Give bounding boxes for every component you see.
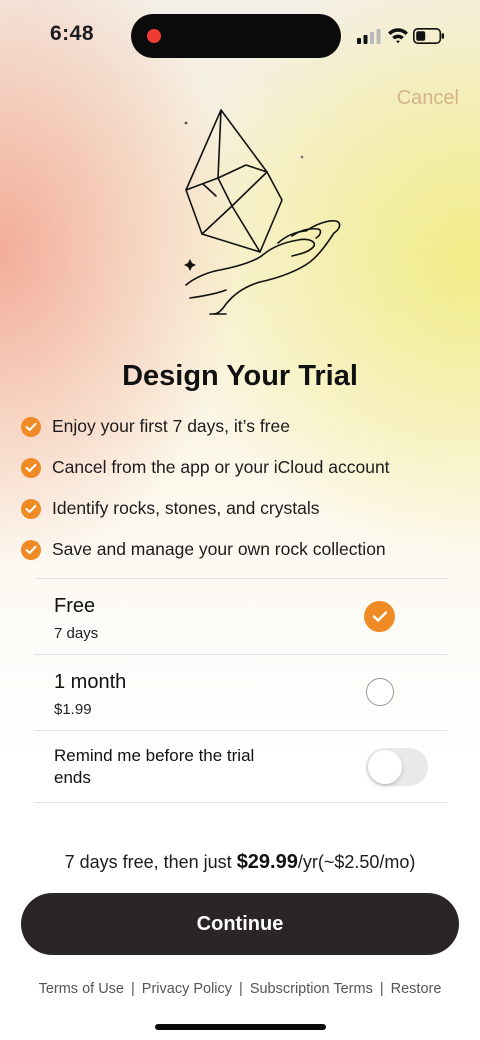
- list-item: Enjoy your first 7 days, it’s free: [21, 406, 461, 447]
- checkmark-icon: [21, 416, 41, 437]
- status-bar: 6:48: [0, 0, 480, 72]
- feature-text: Enjoy your first 7 days, it’s free: [52, 416, 290, 436]
- plan-subtitle: $1.99: [54, 701, 92, 718]
- reminder-toggle[interactable]: [366, 748, 428, 786]
- footer-separator: |: [239, 981, 243, 997]
- checkmark-icon: [21, 457, 41, 478]
- radio-unselected-icon[interactable]: [366, 678, 394, 706]
- list-item: Identify rocks, stones, and crystals: [21, 488, 461, 529]
- crystal-in-hand-illustration: [184, 109, 341, 315]
- feature-list: Enjoy your first 7 days, it’s free Cance…: [21, 406, 461, 570]
- reminder-row: Remind me before the trial ends: [34, 731, 447, 803]
- privacy-policy-link[interactable]: Privacy Policy: [142, 981, 232, 997]
- cellular-signal-icon: [357, 29, 381, 44]
- feature-text: Save and manage your own rock collection: [52, 539, 386, 559]
- plan-option-1-month[interactable]: 1 month $1.99: [34, 655, 447, 731]
- radio-selected-icon[interactable]: [364, 601, 395, 632]
- pricing-price: $29.99: [236, 851, 298, 873]
- subscription-terms-link[interactable]: Subscription Terms: [250, 981, 373, 997]
- page-title: Design Your Trial: [122, 360, 358, 392]
- pricing-summary: 7 days free, then just $29.99/yr(~$2.50/…: [0, 851, 480, 874]
- cancel-button[interactable]: Cancel: [397, 87, 459, 110]
- checkmark-icon: [21, 498, 41, 519]
- feature-text: Cancel from the app or your iCloud accou…: [52, 457, 390, 477]
- plan-options: Free 7 days 1 month $1.99 Remind me befo…: [34, 578, 447, 803]
- list-item: Cancel from the app or your iCloud accou…: [21, 447, 461, 488]
- footer-separator: |: [379, 981, 384, 997]
- plan-option-free[interactable]: Free 7 days: [34, 579, 447, 655]
- dynamic-island: [131, 14, 341, 58]
- plan-title: Free: [54, 595, 96, 617]
- list-item: Save and manage your own rock collection: [21, 529, 461, 570]
- home-indicator[interactable]: [155, 1024, 326, 1030]
- plan-title: 1 month: [54, 671, 127, 693]
- wifi-icon: [388, 28, 408, 44]
- footer-separator: |: [131, 981, 135, 997]
- reminder-label: Remind me before the trial ends: [54, 746, 255, 787]
- toggle-knob: [368, 750, 402, 784]
- plan-subtitle: 7 days: [54, 625, 99, 642]
- checkmark-icon: [21, 539, 41, 560]
- footer-links: Terms of Use | Privacy Policy | Subscription…: [0, 981, 480, 997]
- recording-indicator-icon: [147, 29, 161, 43]
- pricing-suffix: /yr(~$2.50/mo): [297, 852, 416, 872]
- restore-link[interactable]: Restore: [391, 981, 442, 997]
- terms-of-use-link[interactable]: Terms of Use: [39, 981, 124, 997]
- status-time: 6:48: [50, 22, 95, 45]
- feature-text: Identify rocks, stones, and crystals: [52, 498, 320, 518]
- battery-icon: [413, 28, 444, 44]
- pricing-prefix: 7 days free, then just: [64, 852, 237, 872]
- continue-button[interactable]: Continue: [21, 893, 459, 955]
